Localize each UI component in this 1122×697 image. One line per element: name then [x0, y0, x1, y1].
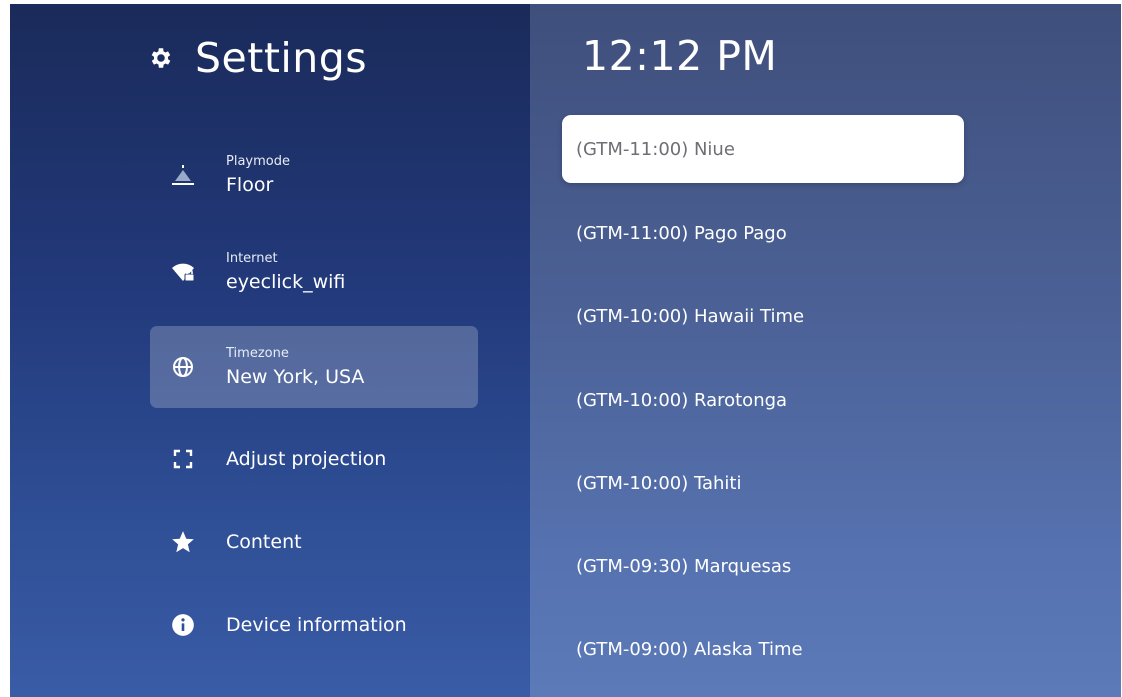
timezone-option-label: (GTM-10:00) Hawaii Time	[576, 305, 805, 327]
content-text: Content	[226, 531, 302, 553]
timezone-option[interactable]: (GTM-10:00) Tahiti	[562, 449, 964, 517]
menu-item-internet[interactable]: Internet eyeclick_wifi	[150, 231, 478, 313]
timezone-option-label: (GTM-11:00) Niue	[576, 138, 735, 160]
timezone-text: Timezone New York, USA	[226, 346, 364, 388]
timezone-option[interactable]: (GTM-11:00) Pago Pago	[562, 199, 964, 267]
star-icon	[170, 529, 196, 555]
timezone-option[interactable]: (GTM-09:30) Marquesas	[562, 532, 964, 600]
timezone-option[interactable]: (GTM-09:00) Alaska Time	[562, 615, 964, 683]
wifi-lock-icon	[170, 259, 196, 285]
internet-value: eyeclick_wifi	[226, 271, 346, 293]
settings-header: Settings	[147, 34, 367, 82]
adjust-projection-text: Adjust projection	[226, 448, 386, 470]
timezone-option[interactable]: (GTM-11:00) Niue	[562, 115, 964, 183]
internet-text: Internet eyeclick_wifi	[226, 251, 345, 293]
content-label: Content	[226, 531, 302, 553]
timezone-option[interactable]: (GTM-10:00) Rarotonga	[562, 366, 964, 434]
timezone-option-label: (GTM-10:00) Rarotonga	[576, 389, 788, 411]
menu-item-content[interactable]: Content	[150, 501, 478, 583]
clock-time: 12:12 PM	[582, 32, 778, 80]
device-information-label: Device information	[226, 614, 407, 636]
menu-item-timezone[interactable]: Timezone New York, USA	[150, 326, 478, 408]
playmode-text: Playmode Floor	[226, 154, 290, 196]
timezone-caption: Timezone	[226, 346, 289, 361]
timezone-option-label: (GTM-09:00) Alaska Time	[576, 638, 803, 660]
playmode-value: Floor	[226, 174, 274, 196]
menu-item-device-information[interactable]: Device information	[150, 584, 478, 666]
frame-corners-icon	[170, 446, 196, 472]
page-title: Settings	[195, 34, 368, 82]
adjust-projection-label: Adjust projection	[226, 448, 387, 470]
info-icon	[170, 612, 196, 638]
menu-item-adjust-projection[interactable]: Adjust projection	[150, 418, 478, 500]
timezone-option-label: (GTM-11:00) Pago Pago	[576, 222, 787, 244]
playmode-caption: Playmode	[226, 154, 290, 169]
timezone-option[interactable]: (GTM-10:00) Hawaii Time	[562, 282, 964, 350]
floor-icon	[170, 162, 196, 188]
timezone-option-label: (GTM-09:30) Marquesas	[576, 555, 792, 577]
gear-icon	[147, 44, 175, 72]
timezone-value: New York, USA	[226, 366, 365, 388]
menu-item-playmode[interactable]: Playmode Floor	[150, 134, 478, 216]
globe-icon	[170, 354, 196, 380]
internet-caption: Internet	[226, 251, 278, 266]
timezone-option-label: (GTM-10:00) Tahiti	[576, 472, 742, 494]
device-information-text: Device information	[226, 614, 407, 636]
